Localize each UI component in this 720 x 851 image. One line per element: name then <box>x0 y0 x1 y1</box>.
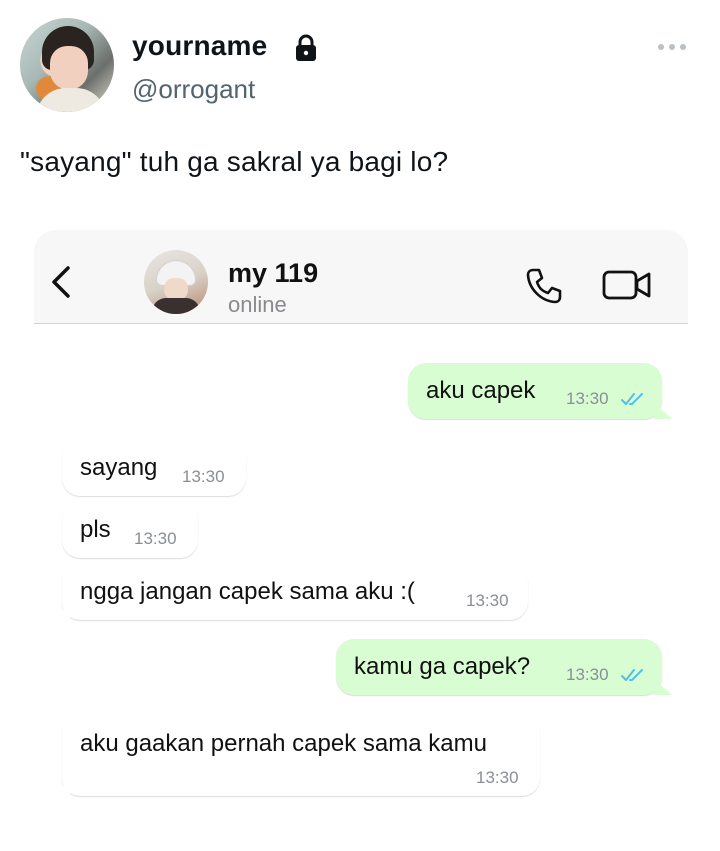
chat-screenshot: my 119 online aku capek 13:30 sayang 13:… <box>34 230 688 810</box>
message-time: 13:30 <box>566 665 609 684</box>
lock-icon <box>296 34 316 61</box>
message-time: 13:30 <box>566 389 609 408</box>
display-name[interactable]: yourname <box>132 30 267 62</box>
call-icon[interactable] <box>524 266 564 306</box>
back-icon[interactable] <box>48 264 74 300</box>
more-icon[interactable] <box>658 44 686 52</box>
tweet-header: yourname @orrogant <box>18 18 702 114</box>
message-bubble-incoming[interactable]: sayang 13:30 <box>62 440 246 496</box>
message-bubble-incoming[interactable]: pls 13:30 <box>62 502 198 558</box>
message-text: kamu ga capek? <box>354 653 531 680</box>
message-text: aku capek <box>426 377 536 404</box>
chat-header: my 119 online <box>34 230 688 324</box>
message-time: 13:30 <box>182 467 225 486</box>
message-time: 13:30 <box>466 591 509 610</box>
message-time: 13:30 <box>134 529 177 548</box>
tweet-text: "sayang" tuh ga sakral ya bagi lo? <box>20 146 449 177</box>
message-bubble-incoming[interactable]: aku gaakan pernah capek sama kamu 13:30 <box>52 716 540 796</box>
message-bubble-incoming[interactable]: ngga jangan capek sama aku :( 13:30 <box>52 564 528 620</box>
contact-status: online <box>228 292 287 317</box>
video-call-icon[interactable] <box>602 268 652 302</box>
user-avatar[interactable] <box>20 18 114 112</box>
message-text: pls <box>80 516 111 543</box>
message-bubble-outgoing[interactable]: kamu ga capek? 13:30 <box>336 639 672 695</box>
user-handle[interactable]: @orrogant <box>132 74 255 105</box>
double-check-icon <box>621 393 643 405</box>
double-check-icon <box>621 669 643 681</box>
contact-avatar[interactable] <box>144 250 208 314</box>
message-bubble-outgoing[interactable]: aku capek 13:30 <box>408 363 672 419</box>
message-text: ngga jangan capek sama aku :( <box>80 578 415 605</box>
message-text: aku gaakan pernah capek sama kamu <box>80 730 487 757</box>
contact-name[interactable]: my 119 <box>228 258 318 289</box>
message-time: 13:30 <box>476 768 519 787</box>
message-text: sayang <box>80 454 158 481</box>
